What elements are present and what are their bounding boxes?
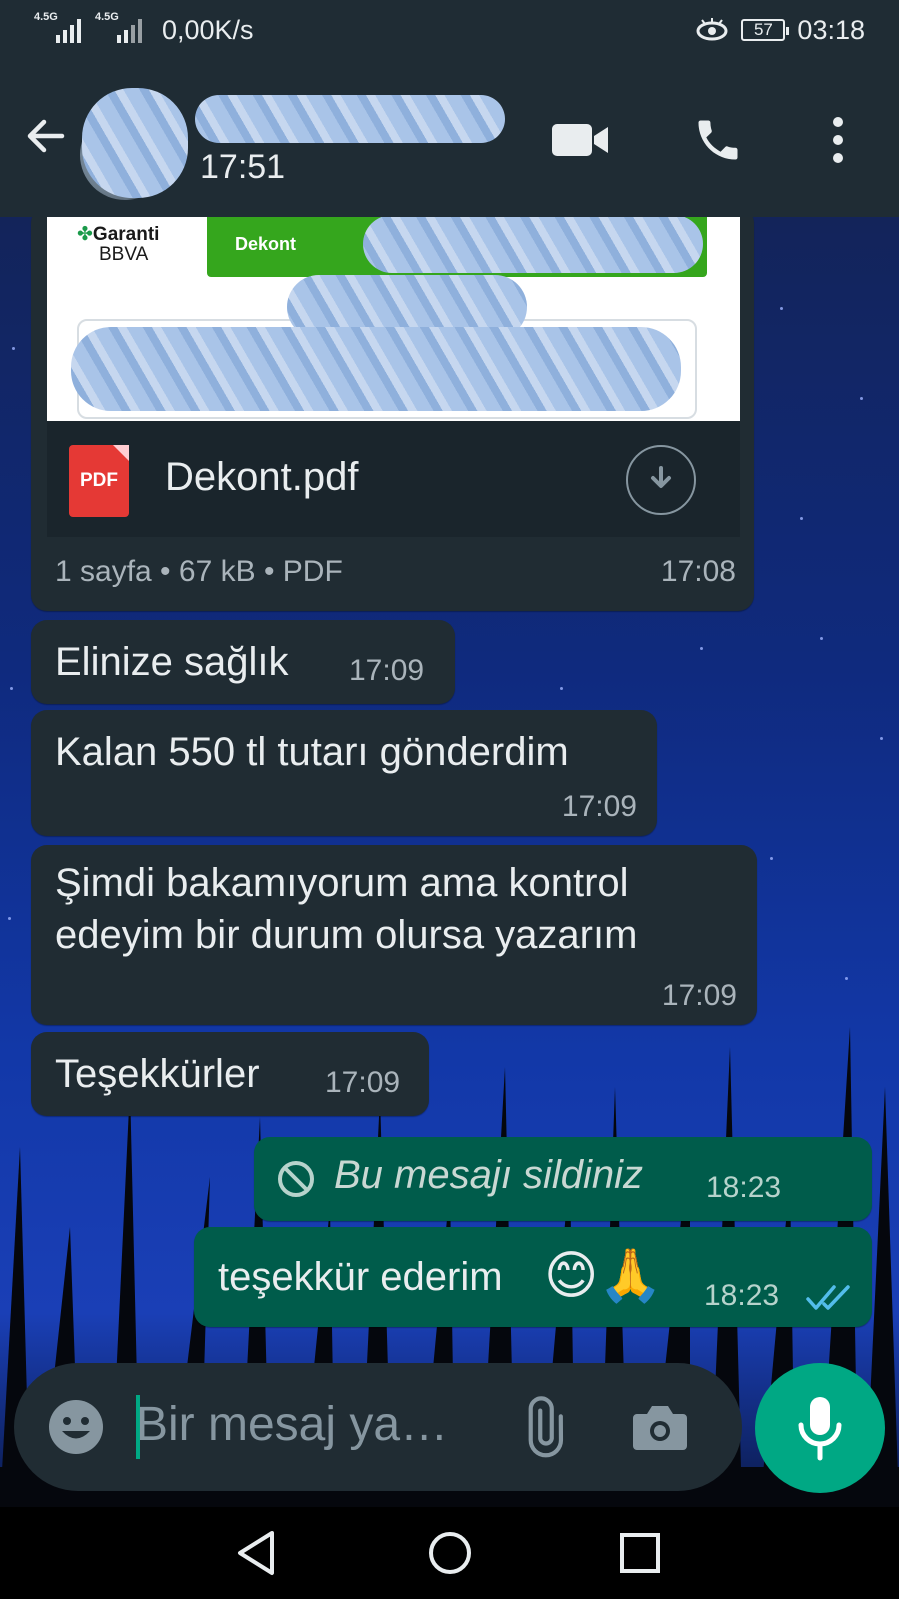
message-bubble-outgoing-deleted[interactable]: Bu mesajı sildiniz 18:23 [254, 1137, 872, 1221]
message-text: Teşekkürler [55, 1052, 260, 1096]
emoji-smile-pray: 😊🙏 [544, 1247, 663, 1305]
emoji-icon[interactable] [44, 1395, 108, 1459]
pdf-badge: PDF [80, 470, 118, 491]
nav-home-icon[interactable] [418, 1521, 482, 1585]
deleted-message-text: Bu mesajı sildiniz [334, 1153, 644, 1197]
camera-icon[interactable] [628, 1395, 692, 1459]
chat-header: 17:51 [0, 60, 899, 217]
phone-icon[interactable] [688, 110, 748, 170]
pdf-file-icon: PDF [69, 445, 129, 517]
paperclip-icon[interactable] [510, 1395, 574, 1459]
more-vert-icon[interactable] [808, 110, 868, 170]
message-time: 17:09 [325, 1066, 401, 1099]
message-bubble-incoming[interactable]: Elinize sağlık 17:09 [31, 620, 455, 704]
nav-recents-icon[interactable] [608, 1521, 672, 1585]
message-text: teşekkür ederim [218, 1255, 503, 1299]
eye-comfort-icon [696, 18, 728, 41]
message-input-bar[interactable]: Bir mesaj ya… [14, 1363, 742, 1491]
message-time: 17:08 [660, 555, 736, 588]
message-bubble-incoming[interactable]: Şimdi bakamıyorum ama kontrol edeyim bir… [31, 845, 757, 1025]
bank-logo-line1: Garanti [92, 224, 160, 245]
message-time: 17:09 [561, 790, 637, 823]
message-bubble-outgoing[interactable]: teşekkür ederim 😊🙏 18:23 [194, 1227, 872, 1327]
document-file-row[interactable]: PDF Dekont.pdf [47, 421, 740, 537]
battery-level: 57 [753, 20, 773, 39]
chat-area[interactable]: ✤Garanti BBVA Dekont PDF Dekont.pdf 1 sa… [0, 217, 899, 1507]
status-bar: 4.5G 4.5G 0,00K/s 57 03:18 [0, 0, 899, 60]
microphone-icon [798, 1397, 842, 1461]
download-icon[interactable] [626, 445, 696, 515]
document-preview[interactable]: ✤Garanti BBVA Dekont [47, 217, 740, 421]
message-time: 17:09 [661, 979, 737, 1012]
network-speed: 0,00K/s [162, 14, 254, 45]
battery-icon: 57 [741, 19, 790, 41]
redaction-preview-1 [363, 217, 703, 273]
arrow-left-icon[interactable] [22, 112, 70, 160]
message-bubble-incoming[interactable]: Teşekkürler 17:09 [31, 1032, 429, 1116]
message-bubble-incoming[interactable]: Kalan 550 tl tutarı gönderdim 17:09 [31, 710, 657, 836]
network-type-2: 4.5G [95, 11, 119, 23]
receipt-banner-label: Dekont [235, 233, 297, 254]
bank-logo: ✤Garanti BBVA [77, 224, 160, 265]
blocked-icon [278, 1161, 314, 1197]
nav-back-icon[interactable] [224, 1521, 288, 1585]
system-nav-bar [0, 1507, 899, 1599]
file-name: Dekont.pdf [165, 455, 359, 499]
document-message[interactable]: ✤Garanti BBVA Dekont PDF Dekont.pdf 1 sa… [31, 217, 754, 611]
signal-1-icon: 4.5G [34, 11, 81, 43]
read-ticks-icon [806, 1285, 850, 1310]
redaction-preview-3 [71, 327, 681, 411]
network-type-1: 4.5G [34, 11, 58, 23]
redaction-avatar [82, 88, 188, 198]
signal-2-icon: 4.5G [95, 11, 142, 43]
message-text: Elinize sağlık [55, 640, 289, 684]
message-time: 18:23 [704, 1279, 780, 1312]
redaction-contact-name [195, 95, 505, 143]
message-text: Kalan 550 tl tutarı gönderdim [55, 730, 569, 774]
message-input[interactable]: Bir mesaj ya… [136, 1397, 448, 1452]
microphone-button[interactable] [755, 1363, 885, 1493]
clock: 03:18 [797, 14, 865, 45]
message-time: 18:23 [706, 1171, 782, 1204]
video-camera-icon[interactable] [550, 110, 610, 170]
bank-logo-line2: BBVA [99, 244, 149, 265]
message-text: Şimdi bakamıyorum ama kontrol edeyim bir… [55, 861, 638, 957]
document-meta: 1 sayfa • 67 kB • PDF [55, 555, 343, 588]
message-time: 17:09 [349, 654, 425, 687]
contact-last-seen[interactable]: 17:51 [200, 148, 285, 187]
